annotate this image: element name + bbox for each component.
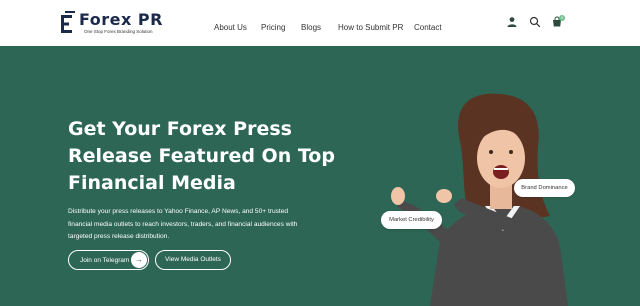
main-nav: About Us Pricing Blogs How to Submit PR … — [0, 23, 640, 35]
nav-blogs[interactable]: Blogs — [301, 23, 321, 32]
join-telegram-label: Join on Telegram — [80, 256, 130, 264]
cart-count-badge: 0 — [559, 15, 565, 21]
hero-subtext: Distribute your press releases to Yahoo … — [68, 208, 298, 240]
arrow-right-icon: → — [131, 252, 147, 268]
brand-dominance-badge: Brand Dominance — [514, 179, 575, 197]
search-icon[interactable] — [529, 16, 541, 28]
nav-how-to-submit-pr[interactable]: How to Submit PR — [338, 23, 403, 32]
hero-person-image — [391, 93, 568, 306]
cart-button[interactable]: 0 — [551, 15, 565, 29]
nav-pricing[interactable]: Pricing — [261, 23, 285, 32]
view-media-outlets-button[interactable]: View Media Outlets — [155, 250, 231, 270]
nav-about-us[interactable]: About Us — [214, 23, 247, 32]
join-telegram-button[interactable]: Join on Telegram → — [68, 250, 149, 270]
nav-contact[interactable]: Contact — [414, 23, 442, 32]
hero-headline: Get Your Forex Press Release Featured On… — [68, 118, 335, 194]
site-header: Forex PR One Stop Forex Branding Solutio… — [0, 0, 640, 46]
user-icon[interactable] — [506, 16, 518, 28]
market-credibility-badge: Market Credibility — [381, 211, 442, 229]
